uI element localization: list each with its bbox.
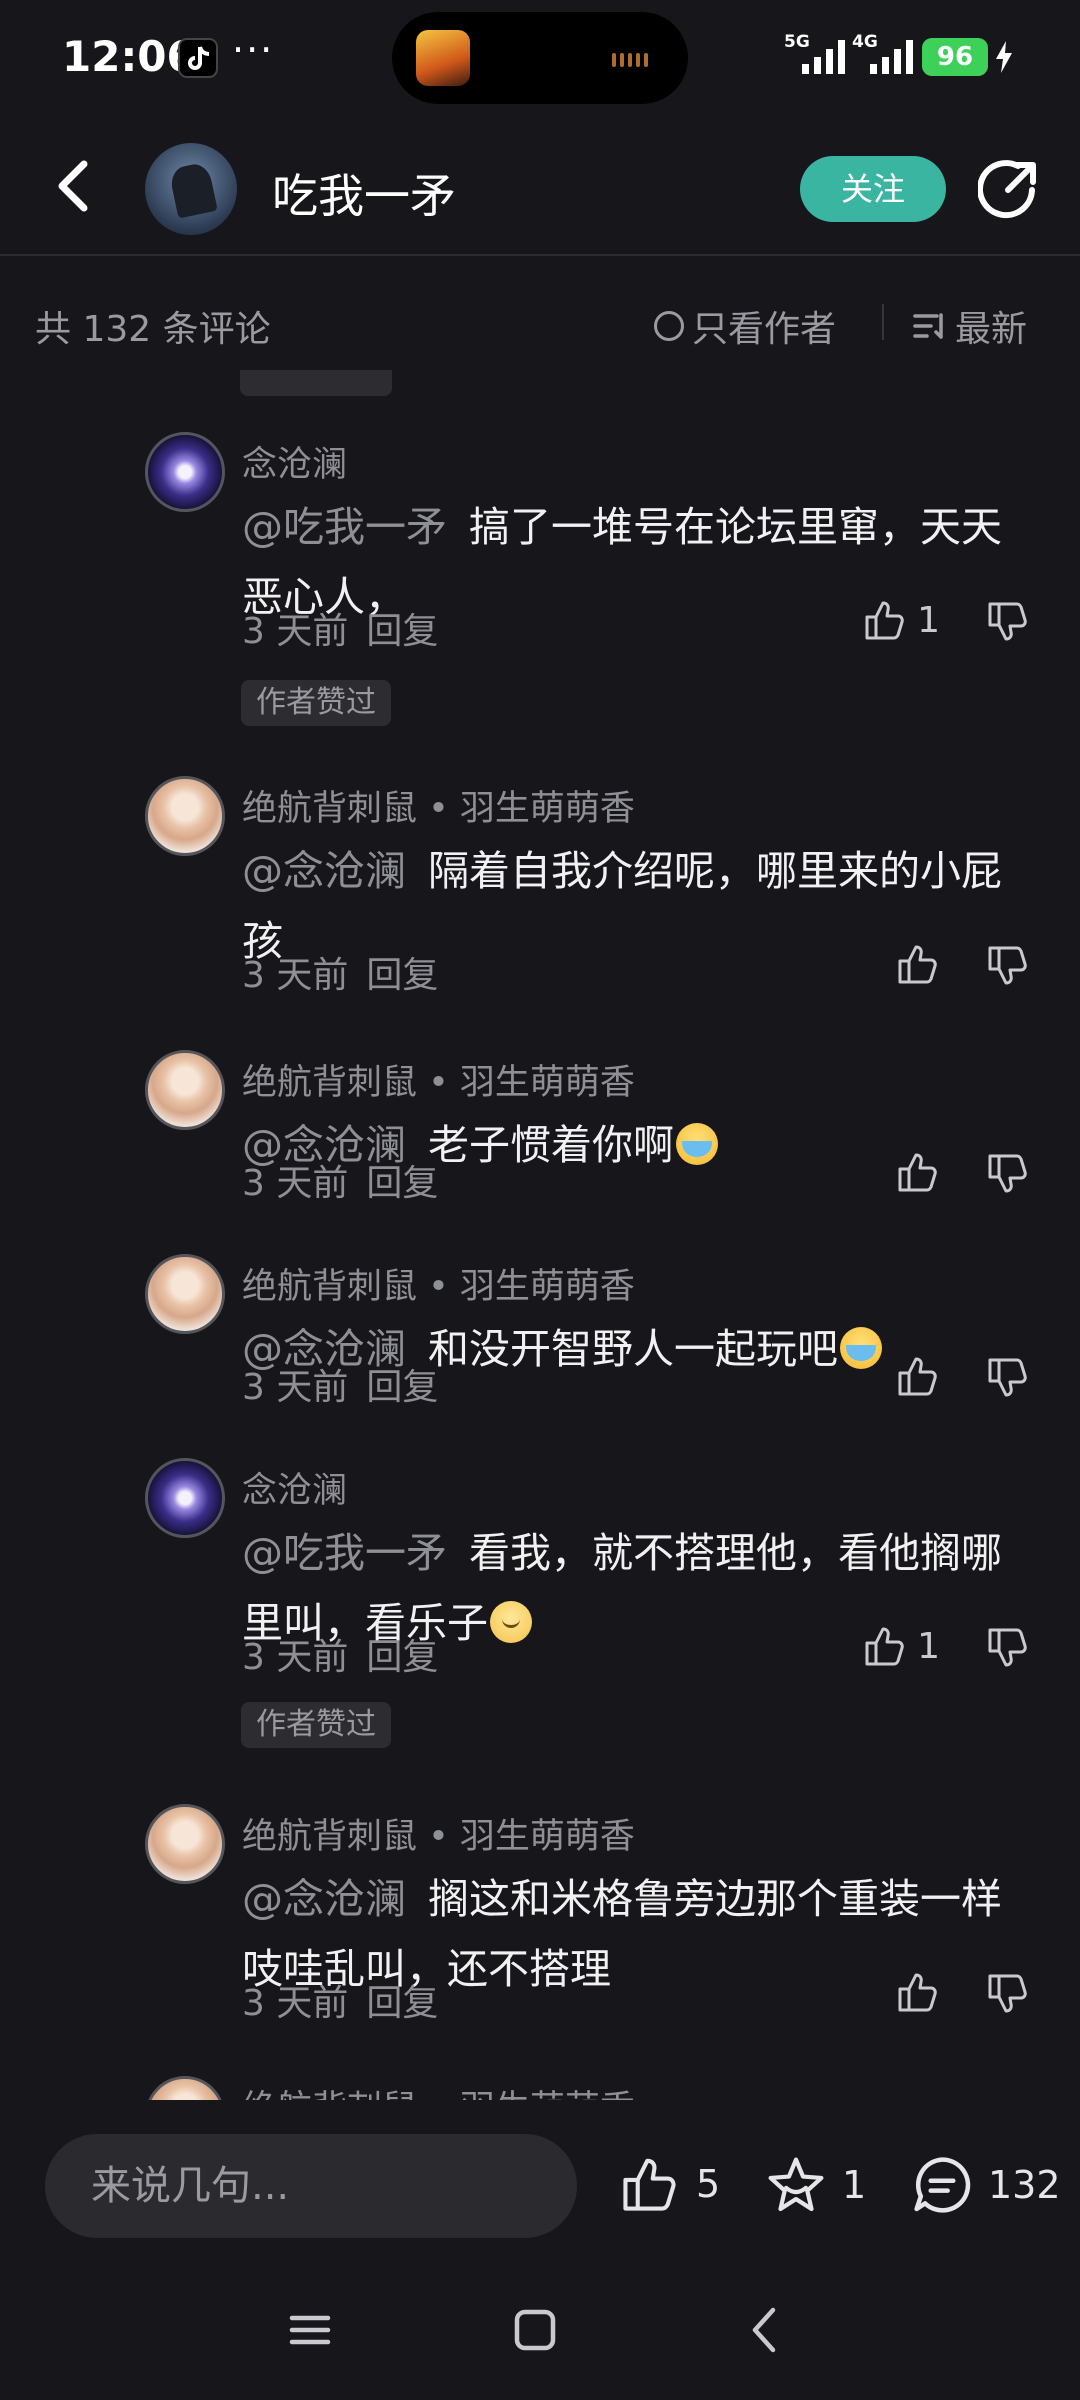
signal-bars-icon: [870, 40, 913, 74]
avatar[interactable]: [145, 432, 225, 512]
reply-button[interactable]: 回复: [366, 1163, 438, 1204]
comment-username[interactable]: 绝航背刺鼠 • 羽生萌萌香: [242, 1258, 635, 1309]
game-app-icon: [416, 30, 470, 86]
like-button[interactable]: 1: [863, 1624, 940, 1668]
share-icon[interactable]: [978, 160, 1038, 220]
follow-button[interactable]: 关注: [800, 156, 946, 222]
comment-username[interactable]: 绝航背刺鼠 • 羽生萌萌香: [242, 1054, 635, 1105]
comment-filter-bar: 共 132 条评论 只看作者 最新: [0, 258, 1080, 388]
comment-username[interactable]: 念沧澜: [242, 436, 347, 487]
avatar[interactable]: [145, 1254, 225, 1334]
avatar[interactable]: [145, 1458, 225, 1538]
thumbs-up-icon[interactable]: [896, 942, 940, 986]
author-only-toggle[interactable]: 只看作者: [654, 300, 836, 352]
comment-username[interactable]: 绝航背刺鼠 • 羽生萌萌香: [242, 1808, 635, 1859]
author-liked-badge-partial: [240, 370, 392, 396]
thumbs-up-icon: [865, 1627, 904, 1666]
thumbs-down-icon[interactable]: [986, 944, 1030, 988]
status-time: 12:06: [62, 32, 196, 81]
status-bar: 12:06 ··· 5G 4G 96: [0, 0, 1080, 118]
like-count: 1: [917, 599, 940, 641]
author-only-label: 只看作者: [692, 309, 837, 350]
back-nav-icon[interactable]: [735, 2300, 795, 2360]
sort-label: 最新: [955, 309, 1028, 350]
comment-input[interactable]: 来说几句...: [45, 2134, 577, 2238]
author-liked-badge: 作者赞过: [241, 680, 391, 726]
mention-link[interactable]: @吃我一矛: [242, 1529, 447, 1577]
system-nav-bar: [0, 2260, 1080, 2400]
comment-username[interactable]: 念沧澜: [242, 1462, 347, 1513]
thumbs-down-icon[interactable]: [986, 1152, 1030, 1196]
mention-link[interactable]: @吃我一矛: [242, 503, 447, 551]
comment-bubble-icon: [914, 2157, 971, 2213]
comment-total-count: 132: [988, 2163, 1061, 2207]
top-header: 吃我一矛 关注: [0, 118, 1080, 256]
menu-icon[interactable]: [280, 2300, 340, 2360]
crying-emoji-icon: [840, 1327, 882, 1369]
tiktok-notification-icon: [178, 38, 218, 78]
like-post-button[interactable]: 5: [618, 2154, 720, 2214]
comments-button[interactable]: 132: [910, 2154, 1061, 2216]
sort-icon: [913, 313, 943, 339]
back-icon[interactable]: [50, 156, 100, 216]
bottom-action-bar: 来说几句... 5 1 132: [0, 2100, 1080, 2260]
signal-bars-icon: [802, 40, 845, 74]
crying-emoji-icon: [676, 1123, 718, 1165]
avatar[interactable]: [145, 2076, 225, 2102]
smile-emoji-icon: [490, 1601, 532, 1643]
like-count: 1: [917, 1625, 940, 1667]
author-name[interactable]: 吃我一矛: [272, 160, 456, 226]
reply-button[interactable]: 回复: [366, 1637, 438, 1678]
sort-toggle[interactable]: 最新: [913, 300, 1027, 352]
divider: [882, 304, 884, 340]
comment-count: 共 132 条评论: [35, 309, 271, 350]
star-icon: [768, 2157, 824, 2212]
home-icon[interactable]: [505, 2300, 565, 2360]
thumbs-down-icon[interactable]: [986, 600, 1030, 644]
avatar[interactable]: [145, 776, 225, 856]
mention-link[interactable]: @念沧澜: [242, 1875, 406, 1923]
thumbs-up-icon: [865, 601, 904, 640]
comment-meta: 3 天前 回复: [242, 955, 439, 996]
thumbs-down-icon[interactable]: [986, 1356, 1030, 1400]
post-like-count: 5: [696, 2162, 721, 2206]
author-avatar[interactable]: [145, 143, 237, 235]
comment-meta: 3 天前 回复: [242, 611, 439, 652]
battery-indicator: 96: [922, 38, 988, 76]
thumbs-down-icon[interactable]: [986, 1972, 1030, 2016]
dynamic-island: [392, 12, 688, 104]
thumbs-up-icon: [623, 2158, 676, 2211]
reply-button[interactable]: 回复: [366, 1983, 438, 2024]
favorite-count: 1: [842, 2163, 867, 2207]
thumbs-down-icon[interactable]: [986, 1626, 1030, 1670]
author-liked-badge: 作者赞过: [241, 1702, 391, 1748]
thumbs-up-icon[interactable]: [896, 1354, 940, 1398]
more-notifications: ···: [232, 28, 275, 72]
comment-meta: 3 天前 回复: [242, 1983, 439, 2024]
comment-list[interactable]: 念沧澜 @吃我一矛 搞了一堆号在论坛里窜，天天恶心人， 3 天前 回复 1 作者赞过…: [0, 370, 1080, 2102]
reply-button[interactable]: 回复: [366, 955, 438, 996]
avatar[interactable]: [145, 1804, 225, 1884]
thumbs-up-icon[interactable]: [896, 1970, 940, 2014]
comment-meta: 3 天前 回复: [242, 1163, 439, 1204]
like-button[interactable]: 1: [863, 598, 940, 642]
comment-username[interactable]: 绝航背刺鼠 • 羽生萌萌香: [242, 780, 635, 831]
avatar[interactable]: [145, 1050, 225, 1130]
comment-username[interactable]: 绝航背刺鼠 • 羽生萌萌香: [242, 2080, 635, 2102]
favorite-button[interactable]: 1: [764, 2154, 866, 2216]
charging-icon: [996, 41, 1012, 73]
radio-icon: [654, 311, 684, 341]
reply-button[interactable]: 回复: [366, 1367, 438, 1408]
audio-wave-icon: [612, 52, 662, 67]
reply-button[interactable]: 回复: [366, 611, 438, 652]
comment-meta: 3 天前 回复: [242, 1367, 439, 1408]
thumbs-up-icon[interactable]: [896, 1150, 940, 1194]
mention-link[interactable]: @念沧澜: [242, 847, 406, 895]
comment-meta: 3 天前 回复: [242, 1637, 439, 1678]
